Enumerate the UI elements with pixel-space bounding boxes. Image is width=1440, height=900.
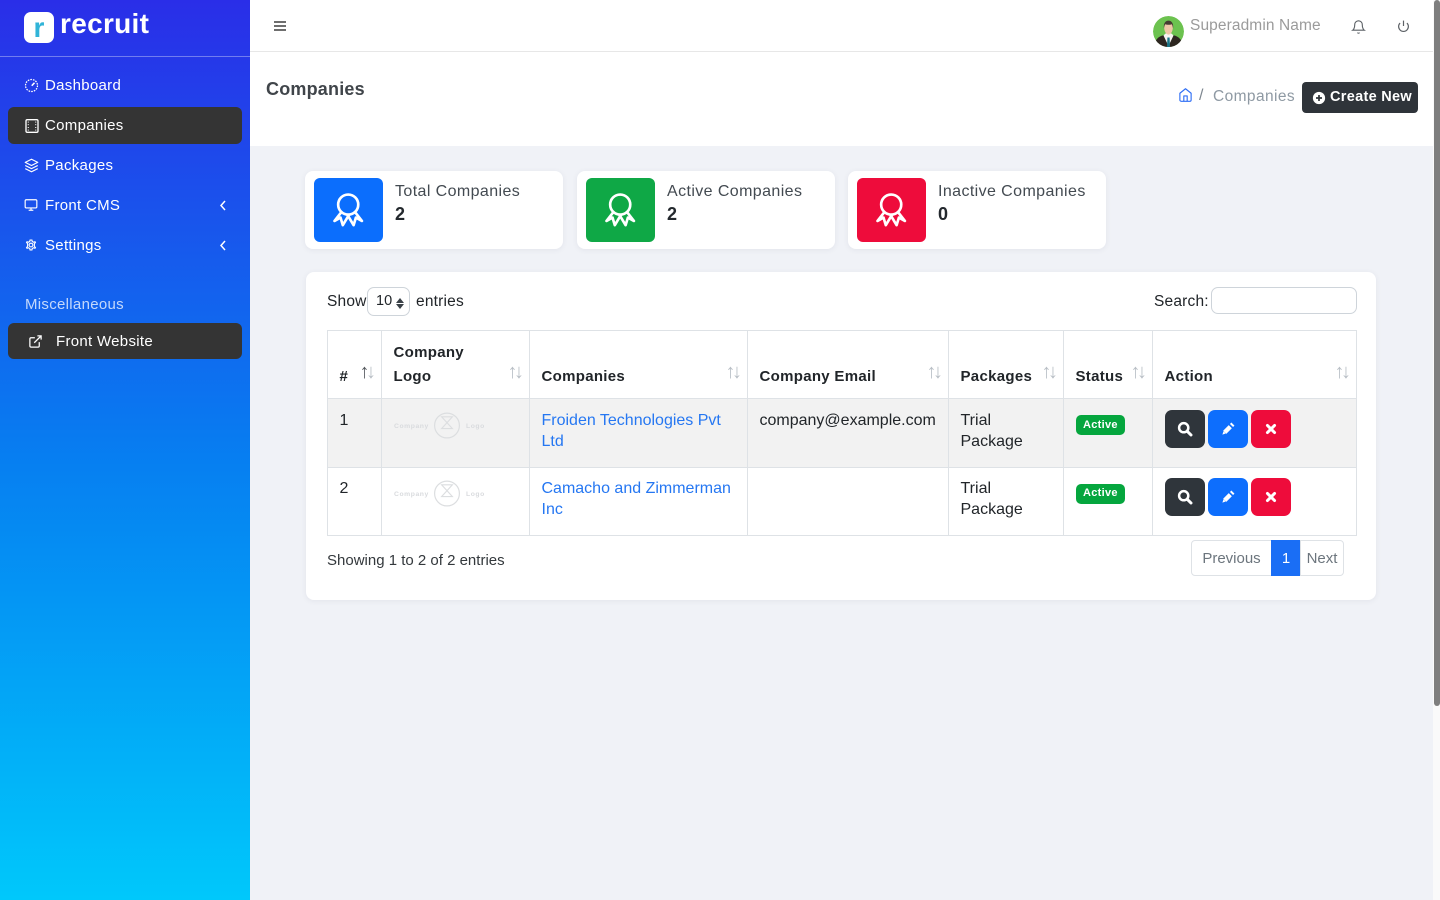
svg-text:Logo: Logo (466, 491, 485, 498)
svg-text:Logo: Logo (466, 423, 485, 430)
svg-text:Company: Company (394, 491, 429, 498)
svg-text:Company: Company (394, 423, 429, 430)
